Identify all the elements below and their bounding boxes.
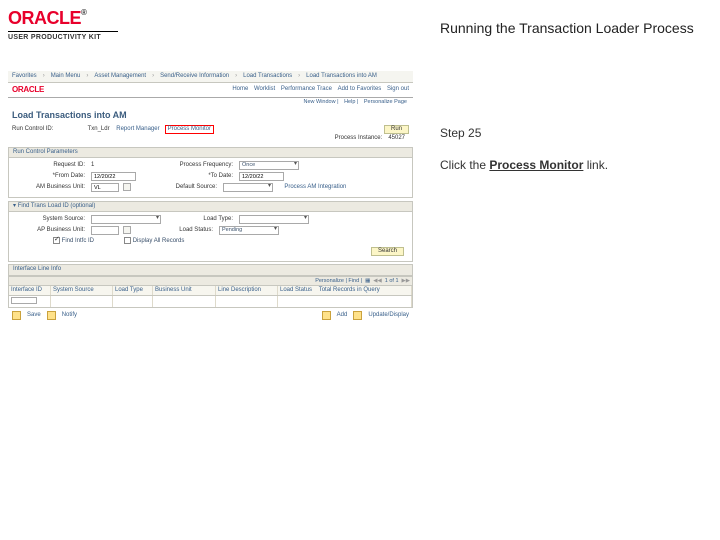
- notify-button[interactable]: Notify: [62, 312, 77, 319]
- panel-run-control-header: Run Control Parameters: [8, 147, 413, 158]
- grid-title: Interface Line Info: [8, 264, 413, 275]
- grid-range: 1 of 1: [385, 278, 399, 285]
- lookup-icon[interactable]: [123, 183, 131, 191]
- breadcrumb-item: Main Menu: [51, 73, 81, 80]
- add-button[interactable]: Add: [337, 312, 348, 319]
- oracle-header-logo: ORACLE: [12, 85, 44, 95]
- display-all-label: Display All Records: [133, 238, 185, 244]
- oracle-wordmark: ORACLE®: [8, 8, 86, 29]
- new-window-link[interactable]: New Window: [303, 99, 335, 105]
- save-icon[interactable]: [12, 311, 21, 320]
- system-source-label: System Source:: [17, 216, 87, 223]
- help-link[interactable]: Help: [344, 99, 355, 105]
- default-source-select[interactable]: [223, 183, 273, 192]
- row-interface-id-input[interactable]: [11, 297, 37, 304]
- panel-run-control: Request ID: 1 Process Frequency: Once *F…: [8, 158, 413, 198]
- col-load-status[interactable]: Load Status Total Records in Query: [278, 286, 412, 295]
- col-line-desc[interactable]: Line Description: [216, 286, 278, 295]
- lookup-icon[interactable]: [123, 226, 131, 234]
- app-screenshot: Favorites› Main Menu› Asset Management› …: [8, 71, 413, 320]
- process-freq-select[interactable]: Once: [239, 161, 299, 170]
- load-status-label: Load Status:: [135, 227, 215, 234]
- from-date-input[interactable]: 12/20/22: [91, 172, 136, 181]
- to-date-input[interactable]: 12/20/22: [239, 172, 284, 181]
- header-links: Home Worklist Performance Trace Add to F…: [228, 86, 409, 93]
- signout-link[interactable]: Sign out: [387, 86, 409, 92]
- process-am-integration-link[interactable]: Process AM Integration: [284, 184, 346, 191]
- breadcrumb-item: Load Transactions: [243, 73, 292, 80]
- instruction-text: Click the Process Monitor link.: [440, 158, 710, 172]
- save-button[interactable]: Save: [27, 312, 41, 319]
- display-all-checkbox[interactable]: [124, 237, 131, 244]
- add-icon[interactable]: [322, 311, 331, 320]
- grid-last-icon[interactable]: ▶▶: [402, 278, 410, 285]
- upk-subtitle: USER PRODUCTIVITY KIT: [8, 31, 118, 41]
- run-button[interactable]: Run: [384, 125, 409, 134]
- personalize-link[interactable]: Personalize Page: [364, 99, 407, 105]
- process-instance-value: 45027: [388, 135, 405, 142]
- panel-find-trans: System Source: Load Type: AP Business Un…: [8, 212, 413, 262]
- ap-bu-input[interactable]: [91, 226, 119, 235]
- request-id-value: 1: [91, 162, 141, 169]
- update-display-button[interactable]: Update/Display: [368, 312, 409, 319]
- find-intfc-checkbox[interactable]: [53, 237, 60, 244]
- load-type-select[interactable]: [239, 215, 309, 224]
- perf-trace-link[interactable]: Performance Trace: [281, 86, 332, 92]
- process-monitor-link[interactable]: Process Monitor: [165, 125, 214, 134]
- find-intfc-label: Find Intfc ID: [62, 238, 94, 244]
- grid-personalize-link[interactable]: Personalize | Find |: [315, 278, 362, 285]
- panel-find-trans-header: ▾ Find Trans Load ID (optional): [8, 201, 413, 212]
- grid-row: [8, 296, 413, 307]
- process-instance-label: Process Instance:: [335, 135, 385, 142]
- oracle-upk-logo: ORACLE® USER PRODUCTIVITY KIT: [8, 8, 420, 41]
- breadcrumb-item: Load Transactions into AM: [306, 73, 377, 80]
- to-date-label: *To Date:: [140, 173, 235, 180]
- load-status-select[interactable]: Pending: [219, 226, 279, 235]
- run-control-value: Txn_Ldr: [88, 126, 110, 132]
- breadcrumb: Favorites› Main Menu› Asset Management› …: [8, 71, 413, 83]
- col-load-type[interactable]: Load Type: [113, 286, 153, 295]
- document-title: Running the Transaction Loader Process: [440, 20, 710, 36]
- system-source-select[interactable]: [91, 215, 161, 224]
- am-bu-input[interactable]: VL: [91, 183, 119, 192]
- home-link[interactable]: Home: [232, 86, 248, 92]
- ap-bu-label: AP Business Unit:: [17, 227, 87, 234]
- run-control-label: Run Control ID:: [12, 126, 86, 133]
- page-util-links: New Window | Help | Personalize Page: [8, 98, 413, 108]
- notify-icon[interactable]: [47, 311, 56, 320]
- report-manager-link[interactable]: Report Manager: [116, 126, 159, 132]
- grid-header-row: Interface ID System Source Load Type Bus…: [8, 285, 413, 296]
- breadcrumb-item: Asset Management: [94, 73, 146, 80]
- col-business-unit[interactable]: Business Unit: [153, 286, 216, 295]
- breadcrumb-item: Favorites: [12, 73, 37, 80]
- request-id-label: Request ID:: [17, 162, 87, 169]
- col-system-source[interactable]: System Source: [51, 286, 113, 295]
- step-label: Step 25: [440, 126, 710, 140]
- from-date-label: *From Date:: [17, 173, 87, 180]
- am-bu-label: AM Business Unit:: [17, 184, 87, 191]
- load-type-label: Load Type:: [165, 216, 235, 223]
- page-title: Load Transactions into AM: [8, 107, 413, 125]
- breadcrumb-item: Send/Receive Information: [160, 73, 229, 80]
- instruction-link-term: Process Monitor: [489, 158, 583, 172]
- col-interface-id[interactable]: Interface ID: [9, 286, 51, 295]
- process-freq-label: Process Frequency:: [145, 162, 235, 169]
- grid-controls: Personalize | Find | ▦ ◀◀ 1 of 1 ▶▶: [8, 276, 413, 286]
- grid-first-icon[interactable]: ◀◀: [373, 278, 381, 285]
- search-button[interactable]: Search: [371, 247, 404, 256]
- worklist-link[interactable]: Worklist: [254, 86, 275, 92]
- update-icon[interactable]: [353, 311, 362, 320]
- grid-view-icon[interactable]: ▦: [365, 278, 370, 285]
- default-source-label: Default Source:: [135, 184, 219, 191]
- add-fav-link[interactable]: Add to Favorites: [338, 86, 382, 92]
